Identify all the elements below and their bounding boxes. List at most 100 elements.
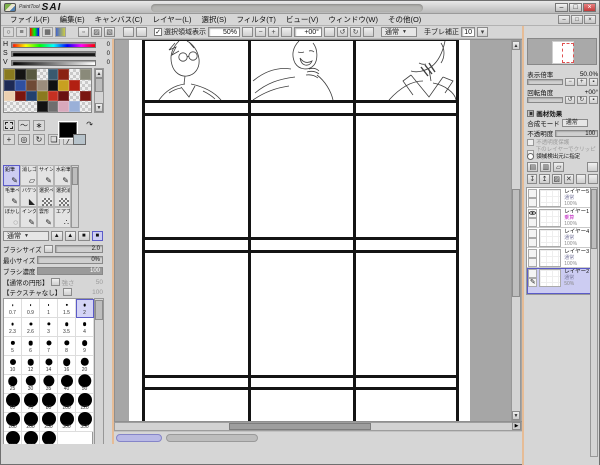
navigator-view-rect[interactable]	[562, 43, 575, 63]
toolbar-blend-mode-dropdown[interactable]: 通常 ▼	[381, 27, 417, 37]
saturation-slider[interactable]	[11, 50, 96, 57]
brush-size-3[interactable]: 3	[40, 318, 58, 337]
color-swatch-21[interactable]	[58, 90, 70, 102]
brush-size-7[interactable]: 7	[40, 337, 58, 356]
selection-tool-button-3[interactable]: ▧	[104, 27, 115, 37]
hsv-slider-toggle-icon[interactable]	[29, 27, 40, 37]
brush-size-2.3[interactable]: 2.3	[4, 318, 22, 337]
tool-2[interactable]: サインペン ✎	[37, 165, 54, 186]
brush-size-9[interactable]: 9	[76, 337, 94, 356]
tool-grid-scroll-thumb[interactable]	[72, 167, 78, 185]
edge-shape-dropdown[interactable]	[50, 278, 60, 286]
nav-rotation-slider[interactable]	[527, 97, 564, 103]
layer-list-scroll-thumb[interactable]	[591, 189, 597, 249]
tool-0[interactable]: 鉛筆 ✎	[3, 165, 20, 186]
brush-size-35[interactable]: 35	[40, 375, 58, 394]
layer-visibility-icon[interactable]	[528, 209, 538, 218]
layer-visibility-icon[interactable]	[528, 269, 538, 278]
brush-size-6[interactable]: 6	[22, 337, 40, 356]
brush-size-1[interactable]: 1	[40, 299, 58, 318]
menu-item-6[interactable]: ビュー(V)	[281, 14, 324, 25]
rotation-reset-button[interactable]	[324, 27, 335, 37]
brush-size-palette-button[interactable]	[43, 245, 53, 253]
layer-thumbnail[interactable]	[539, 249, 562, 267]
color-swatch-9[interactable]	[14, 79, 26, 91]
tool-7[interactable]: 選択消し	[54, 186, 71, 207]
color-swatch-7[interactable]	[80, 69, 91, 80]
brush-size-450[interactable]: 450	[22, 431, 40, 444]
color-swatch-3[interactable]	[36, 69, 48, 80]
layer-thumbnail[interactable]	[539, 209, 562, 227]
canvas-vscrollbar[interactable]: ▲ ▼	[511, 40, 521, 421]
menu-item-8[interactable]: その他(O)	[383, 14, 426, 25]
layer-visibility-icon[interactable]	[528, 189, 538, 198]
clear-layer-button[interactable]: ▨	[551, 174, 562, 184]
color-swatch-23[interactable]	[80, 90, 91, 102]
texture-dropdown[interactable]	[63, 288, 73, 296]
layer-thumbnail[interactable]	[539, 229, 562, 247]
brush-size-0.7[interactable]: 0.7	[4, 299, 22, 318]
brush-size-300[interactable]: 300	[58, 412, 76, 432]
color-swatch-28[interactable]	[47, 101, 59, 112]
tool-4[interactable]: 毛筆ペン ✎	[3, 186, 20, 207]
brush-blend-dropdown[interactable]: 通常 ▼	[3, 231, 49, 241]
tool-8[interactable]: ぼかし ◌	[3, 207, 20, 228]
layer-visibility-icon[interactable]	[528, 249, 538, 258]
swatch-scroll-thumb[interactable]	[95, 78, 103, 92]
color-swatch-19[interactable]	[36, 90, 48, 102]
brush-size-100[interactable]: 100	[58, 393, 76, 413]
layer-list-scrollbar[interactable]	[590, 187, 598, 457]
brush-size-40[interactable]: 40	[58, 374, 76, 394]
layer-row-レイヤー2[interactable]: ✎ レイヤー2 通常 50%	[527, 268, 592, 294]
move-tool-icon[interactable]: +	[3, 134, 15, 145]
magic-wand-icon[interactable]: ∗	[33, 120, 45, 131]
child-maximize-button[interactable]: □	[571, 15, 583, 24]
new-folder-button[interactable]: ▱	[553, 162, 565, 172]
layer-row-レイヤー4[interactable]: レイヤー4 通常 100%	[527, 228, 592, 248]
color-swatch-5[interactable]	[58, 69, 70, 80]
rgb-slider-toggle-icon[interactable]: ≡	[16, 27, 27, 37]
brush-shape-square-2[interactable]: ■	[91, 231, 103, 241]
undo-button[interactable]	[123, 27, 134, 37]
zoom-fit-button[interactable]	[281, 27, 292, 37]
color-swatch-2[interactable]	[25, 69, 37, 80]
brush-shape-square-1[interactable]: ■	[78, 231, 90, 241]
color-swatch-10[interactable]	[25, 79, 37, 91]
brush-density-slider[interactable]: 100	[37, 267, 103, 275]
brush-size-350[interactable]: 350	[76, 412, 94, 432]
tool-3[interactable]: 水彩筆 ✎	[54, 165, 71, 186]
lasso-icon[interactable]: 〜	[18, 120, 30, 131]
canvas-scroll-right-icon[interactable]: ▶	[512, 422, 521, 430]
canvas-scroll-up-icon[interactable]: ▲	[512, 41, 520, 50]
tool-1[interactable]: 消しゴム ▱	[20, 165, 37, 186]
layer-option-button[interactable]	[587, 162, 599, 172]
color-swatch-13[interactable]	[58, 79, 70, 91]
brush-size-4[interactable]: 4	[76, 318, 94, 337]
brush-size-12[interactable]: 12	[22, 356, 40, 375]
brush-size-2.6[interactable]: 2.6	[22, 318, 40, 337]
color-swatch-11[interactable]	[36, 79, 48, 91]
swatch-scroll-up-icon[interactable]: ▲	[95, 69, 103, 78]
brush-size-120[interactable]: 120	[76, 393, 94, 413]
rect-select-icon[interactable]	[3, 120, 15, 131]
zoom-input[interactable]: 50%	[208, 27, 240, 37]
layer-row-レイヤー3[interactable]: レイヤー3 通常 100%	[527, 248, 592, 268]
brush-size-500[interactable]: 500	[40, 431, 58, 444]
layer-thumbnail[interactable]	[539, 189, 562, 207]
brush-size-160[interactable]: 160	[4, 412, 22, 432]
hue-slider[interactable]	[11, 41, 96, 48]
title-bar[interactable]: PaintTool SAI – □ ×	[1, 1, 599, 14]
color-wheel-toggle-icon[interactable]: ○	[3, 27, 14, 37]
stabilizer-dropdown-button[interactable]: ▾	[477, 27, 488, 37]
tool-11[interactable]: エアブラシ ∴	[54, 207, 71, 228]
menu-item-1[interactable]: 編集(E)	[55, 14, 90, 25]
redo-button[interactable]	[136, 27, 147, 37]
brush-size-10[interactable]: 10	[4, 356, 22, 375]
selection-display-checkbox[interactable]: ✓	[154, 28, 162, 36]
canvas-hscroll-thumb[interactable]	[229, 423, 371, 430]
size-palette-scroll-thumb[interactable]	[95, 300, 103, 320]
brush-size-50[interactable]: 50	[76, 374, 94, 394]
brush-size-3.5[interactable]: 3.5	[58, 318, 76, 337]
color-swatch-29[interactable]	[58, 101, 70, 112]
menu-item-7[interactable]: ウィンドウ(W)	[323, 14, 383, 25]
